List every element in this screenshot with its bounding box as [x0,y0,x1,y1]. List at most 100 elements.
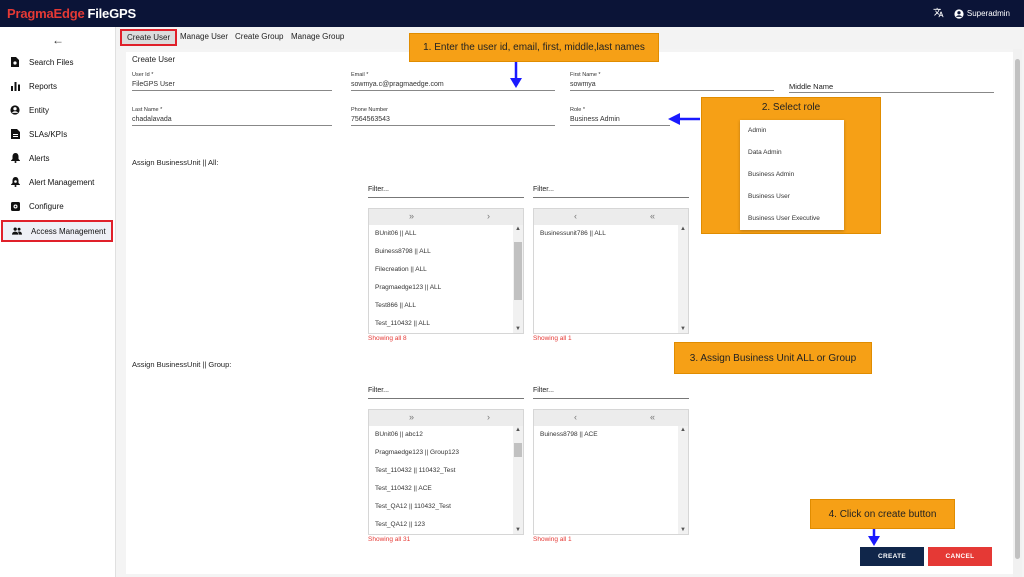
phone-field[interactable]: Phone Number 7564563543 [351,107,555,126]
move-all-left-button[interactable]: « [650,412,655,422]
role-select[interactable]: Business Admin [570,116,670,126]
phone-input[interactable]: 7564563543 [351,116,555,126]
filter-input-group-right[interactable]: Filter... [533,387,689,399]
scrollbar-thumb[interactable] [514,443,522,457]
list-item[interactable]: Test_110432 || ALL [369,315,512,333]
role-field[interactable]: Role * Business Admin [570,107,670,126]
scroll-down-icon[interactable]: ▼ [680,326,686,332]
cancel-button[interactable]: CANCEL [928,547,992,566]
tab-manage-user[interactable]: Manage User [180,32,228,41]
email-label: Email * [351,72,369,78]
sidebar-item-alert-management[interactable]: Alert Management [0,171,116,193]
list-item[interactable]: Test_QA12 || 110432_Test [369,498,512,516]
list-item[interactable]: Pragmaedge123 || ALL [369,279,512,297]
app-logo[interactable]: PragmaEdge FileGPS [7,6,136,21]
list-item[interactable]: Test_110432 || ACE [369,480,512,498]
user-id-field[interactable]: User Id * FileGPS User [132,72,332,91]
email-field[interactable]: Email * sowmya.c@pragmaedge.com [351,72,555,91]
scroll-down-icon[interactable]: ▼ [515,326,521,332]
file-search-icon [10,57,20,67]
middle-name-field[interactable]: Middle Name [789,82,994,93]
list-scrollbar[interactable]: ▲ ▼ [513,225,523,333]
last-name-input[interactable]: chadalavada [132,116,332,126]
list-item[interactable]: BUnit06 || ALL [369,225,512,243]
scroll-down-icon[interactable]: ▼ [515,527,521,533]
role-option-admin[interactable]: Admin [740,120,844,142]
list-item[interactable]: Pragmaedge123 || Group123 [369,444,512,462]
list-item[interactable]: Buiness8798 || ALL [369,243,512,261]
assign-all-label: Assign BusinessUnit || All: [132,158,219,167]
filter-input-all-left[interactable]: Filter... [368,186,524,198]
move-all-left-button[interactable]: « [650,211,655,221]
move-all-right-button[interactable]: » [409,211,414,221]
list-items: BUnit06 || ALL Buiness8798 || ALL Filecr… [369,225,512,333]
move-right-button[interactable]: › [487,211,490,221]
page-scrollbar[interactable] [1013,49,1022,577]
sidebar: ← Search Files Reports Entity SLAs/KPIs … [0,27,116,577]
sidebar-item-slas-kpis[interactable]: SLAs/KPIs [0,123,116,145]
translate-icon[interactable] [933,7,944,20]
sidebar-item-label: Configure [29,201,64,211]
list-scrollbar[interactable]: ▲ ▼ [513,426,523,534]
filter-input-group-left[interactable]: Filter... [368,387,524,399]
top-right-controls: Superadmin [933,0,1010,27]
scrollbar-thumb[interactable] [514,242,522,300]
scroll-up-icon[interactable]: ▲ [515,226,521,232]
list-header: » › [369,410,523,426]
showing-count-group-right: Showing all 1 [533,536,572,543]
scroll-up-icon[interactable]: ▲ [680,226,686,232]
list-item[interactable]: BUnit06 || abc12 [369,426,512,444]
filter-input-all-right[interactable]: Filter... [533,186,689,198]
user-id-input[interactable]: FileGPS User [132,81,332,91]
sidebar-item-reports[interactable]: Reports [0,75,116,97]
last-name-field[interactable]: Last Name * chadalavada [132,107,332,126]
tab-create-user[interactable]: Create User [120,29,178,46]
move-left-button[interactable]: ‹ [574,211,577,221]
list-item[interactable]: Test_QA12 || 123 [369,516,512,534]
role-dropdown-menu: Admin Data Admin Business Admin Business… [740,120,844,230]
first-name-field[interactable]: First Name * sowmya [570,72,774,91]
sidebar-item-access-management[interactable]: Access Management [1,220,113,242]
tab-create-group[interactable]: Create Group [235,32,283,41]
list-scrollbar[interactable]: ▲ ▼ [678,426,688,534]
list-items: Businessunit786 || ALL [534,225,677,243]
role-option-data-admin[interactable]: Data Admin [740,142,844,164]
list-item[interactable]: Buiness8798 || ACE [534,426,677,444]
role-option-business-user-executive[interactable]: Business User Executive [740,208,844,230]
sidebar-item-entity[interactable]: Entity [0,99,116,121]
first-name-input[interactable]: sowmya [570,81,774,91]
product-name: FileGPS [87,6,136,21]
selected-list-all: ‹ « Businessunit786 || ALL ▲ ▼ [533,208,689,334]
list-item[interactable]: Filecreation || ALL [369,261,512,279]
scroll-down-icon[interactable]: ▼ [680,527,686,533]
list-item[interactable]: Test866 || ALL [369,297,512,315]
sidebar-item-alerts[interactable]: Alerts [0,147,116,169]
scroll-up-icon[interactable]: ▲ [515,427,521,433]
move-all-right-button[interactable]: » [409,412,414,422]
user-menu[interactable]: Superadmin [954,8,1010,19]
scroll-up-icon[interactable]: ▲ [680,427,686,433]
list-items: Buiness8798 || ACE [534,426,677,444]
sidebar-item-label: SLAs/KPIs [29,129,68,139]
move-right-button[interactable]: › [487,412,490,422]
arrow-left-icon[interactable]: ← [52,33,64,47]
list-scrollbar[interactable]: ▲ ▼ [678,225,688,333]
sidebar-item-search-files[interactable]: Search Files [0,51,116,73]
tab-manage-group[interactable]: Manage Group [291,32,344,41]
brand-name: PragmaEdge [7,6,85,21]
role-option-business-user[interactable]: Business User [740,186,844,208]
middle-name-input[interactable]: Middle Name [789,82,994,93]
top-bar: PragmaEdge FileGPS Superadmin [0,0,1024,27]
document-icon [10,129,20,139]
list-item[interactable]: Businessunit786 || ALL [534,225,677,243]
sidebar-item-label: Search Files [29,57,74,67]
email-input[interactable]: sowmya.c@pragmaedge.com [351,81,555,91]
move-left-button[interactable]: ‹ [574,412,577,422]
scrollbar-thumb[interactable] [1015,59,1020,559]
create-button[interactable]: CREATE [860,547,924,566]
sidebar-item-configure[interactable]: Configure [0,195,116,217]
role-option-business-admin[interactable]: Business Admin [740,164,844,186]
people-icon [12,226,22,236]
annotation-step-3: 3. Assign Business Unit ALL or Group [674,342,872,374]
list-item[interactable]: Test_110432 || 110432_Test [369,462,512,480]
